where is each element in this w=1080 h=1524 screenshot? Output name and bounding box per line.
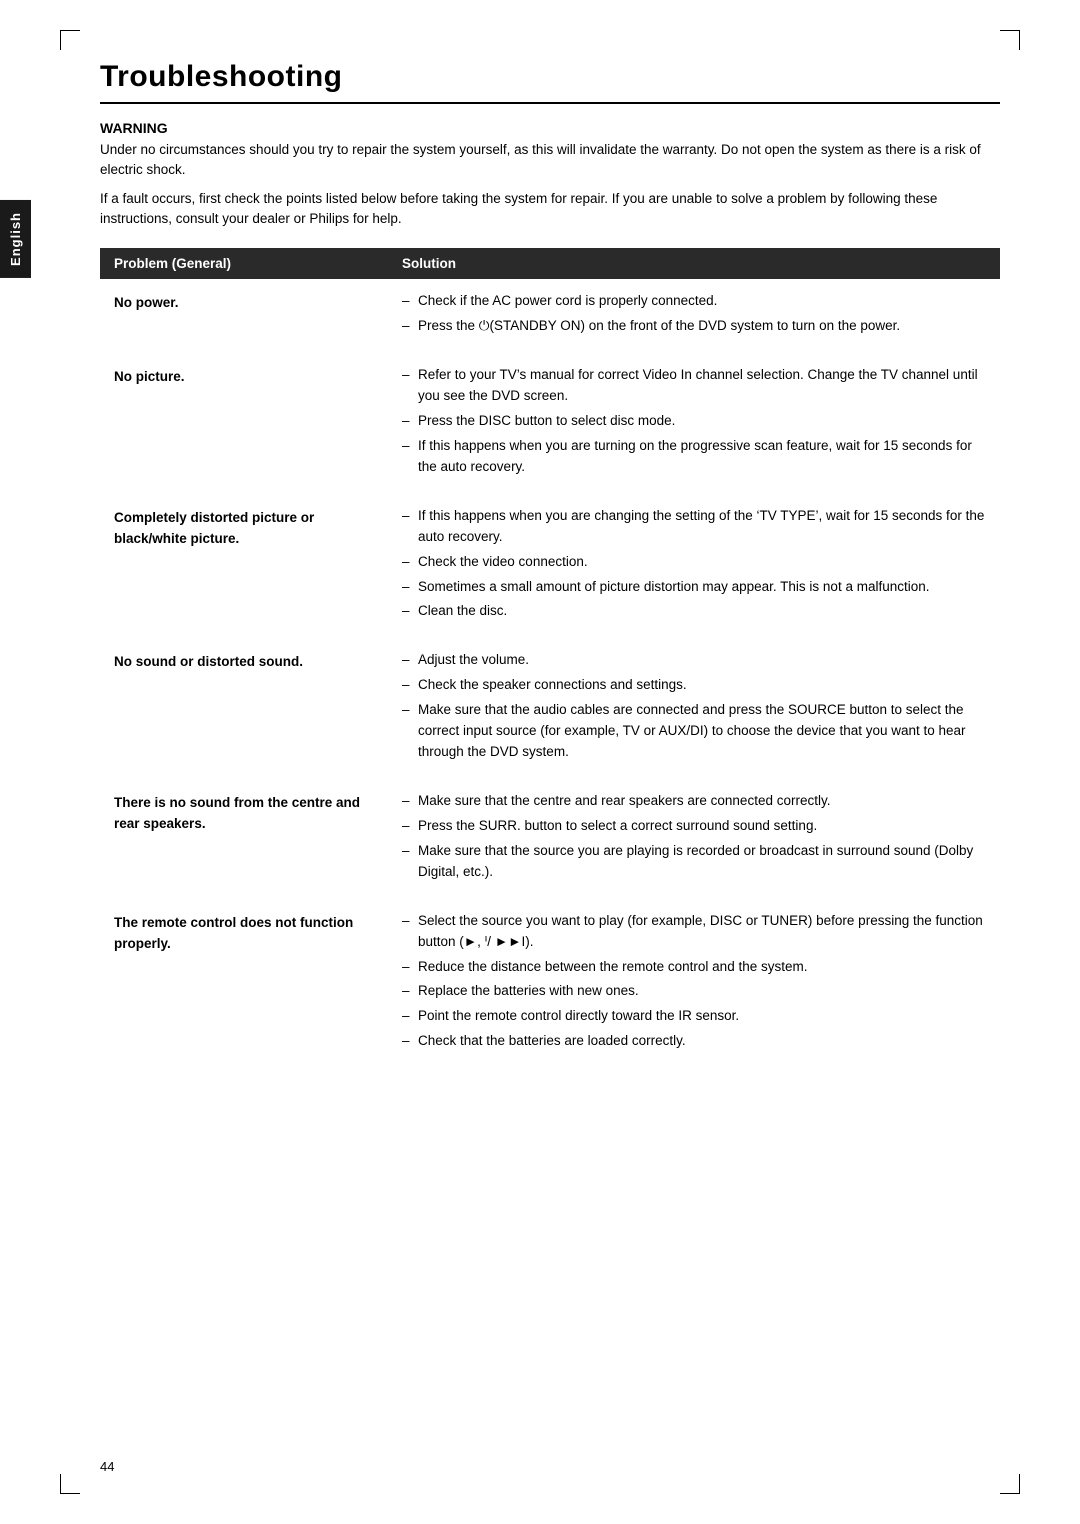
table-row: Completely distorted picture or black/wh… bbox=[100, 494, 1000, 639]
title-divider bbox=[100, 102, 1000, 104]
problem-cell: No sound or distorted sound. bbox=[100, 638, 388, 779]
solution-item: Sometimes a small amount of picture dist… bbox=[402, 577, 986, 598]
solution-item: Adjust the volume. bbox=[402, 650, 986, 671]
solution-item: Check the speaker connections and settin… bbox=[402, 675, 986, 696]
solution-item: Check the video connection. bbox=[402, 552, 986, 573]
language-tab: English bbox=[0, 200, 31, 278]
solution-cell: Select the source you want to play (for … bbox=[388, 899, 1000, 1069]
warning-section: WARNING Under no circumstances should yo… bbox=[100, 120, 1000, 230]
corner-decoration-top-right bbox=[1000, 30, 1020, 50]
solution-item: Point the remote control directly toward… bbox=[402, 1006, 986, 1027]
problem-cell: Completely distorted picture or black/wh… bbox=[100, 494, 388, 639]
solution-item: If this happens when you are changing th… bbox=[402, 506, 986, 548]
table-header-row: Problem (General) Solution bbox=[100, 248, 1000, 279]
warning-title: WARNING bbox=[100, 120, 1000, 136]
solution-cell: Refer to your TV’s manual for correct Vi… bbox=[388, 353, 1000, 494]
solution-item: Make sure that the centre and rear speak… bbox=[402, 791, 986, 812]
table-row: No power. Check if the AC power cord is p… bbox=[100, 279, 1000, 353]
solution-item: Make sure that the source you are playin… bbox=[402, 841, 986, 883]
table-row: The remote control does not function pro… bbox=[100, 899, 1000, 1069]
corner-decoration-bottom-right bbox=[1000, 1474, 1020, 1494]
problem-cell: No picture. bbox=[100, 353, 388, 494]
solution-cell: Check if the AC power cord is properly c… bbox=[388, 279, 1000, 353]
problem-cell: The remote control does not function pro… bbox=[100, 899, 388, 1069]
solution-item: Refer to your TV’s manual for correct Vi… bbox=[402, 365, 986, 407]
solution-item: Replace the batteries with new ones. bbox=[402, 981, 986, 1002]
solution-item: Press the DISC button to select disc mod… bbox=[402, 411, 986, 432]
page-number: 44 bbox=[100, 1459, 114, 1474]
col-header-problem: Problem (General) bbox=[100, 248, 388, 279]
solution-item: Check if the AC power cord is properly c… bbox=[402, 291, 986, 312]
col-header-solution: Solution bbox=[388, 248, 1000, 279]
problem-cell: No power. bbox=[100, 279, 388, 353]
solution-item: Reduce the distance between the remote c… bbox=[402, 957, 986, 978]
warning-text-1: Under no circumstances should you try to… bbox=[100, 140, 1000, 181]
main-content: Troubleshooting WARNING Under no circums… bbox=[100, 60, 1000, 1068]
corner-decoration-top-left bbox=[60, 30, 80, 50]
solution-item: Check that the batteries are loaded corr… bbox=[402, 1031, 986, 1052]
solution-item: Make sure that the audio cables are conn… bbox=[402, 700, 986, 763]
table-row: No sound or distorted sound.Adjust the v… bbox=[100, 638, 1000, 779]
solution-cell: Adjust the volume. Check the speaker conn… bbox=[388, 638, 1000, 779]
table-row: No picture. Refer to your TV’s manual for… bbox=[100, 353, 1000, 494]
corner-decoration-bottom-left bbox=[60, 1474, 80, 1494]
solution-item: Press the ⏻(STANDBY ON) on the front of … bbox=[402, 316, 986, 337]
troubleshoot-table: Problem (General) Solution No power. Chec… bbox=[100, 248, 1000, 1068]
solution-cell: If this happens when you are changing th… bbox=[388, 494, 1000, 639]
solution-item: Clean the disc. bbox=[402, 601, 986, 622]
table-row: There is no sound from the centre and re… bbox=[100, 779, 1000, 899]
solution-cell: Make sure that the centre and rear speak… bbox=[388, 779, 1000, 899]
page-title: Troubleshooting bbox=[100, 60, 1000, 94]
intro-text: If a fault occurs, first check the point… bbox=[100, 189, 1000, 231]
solution-item: If this happens when you are turning on … bbox=[402, 436, 986, 478]
problem-cell: There is no sound from the centre and re… bbox=[100, 779, 388, 899]
solution-item: Select the source you want to play (for … bbox=[402, 911, 986, 953]
solution-item: Press the SURR. button to select a corre… bbox=[402, 816, 986, 837]
